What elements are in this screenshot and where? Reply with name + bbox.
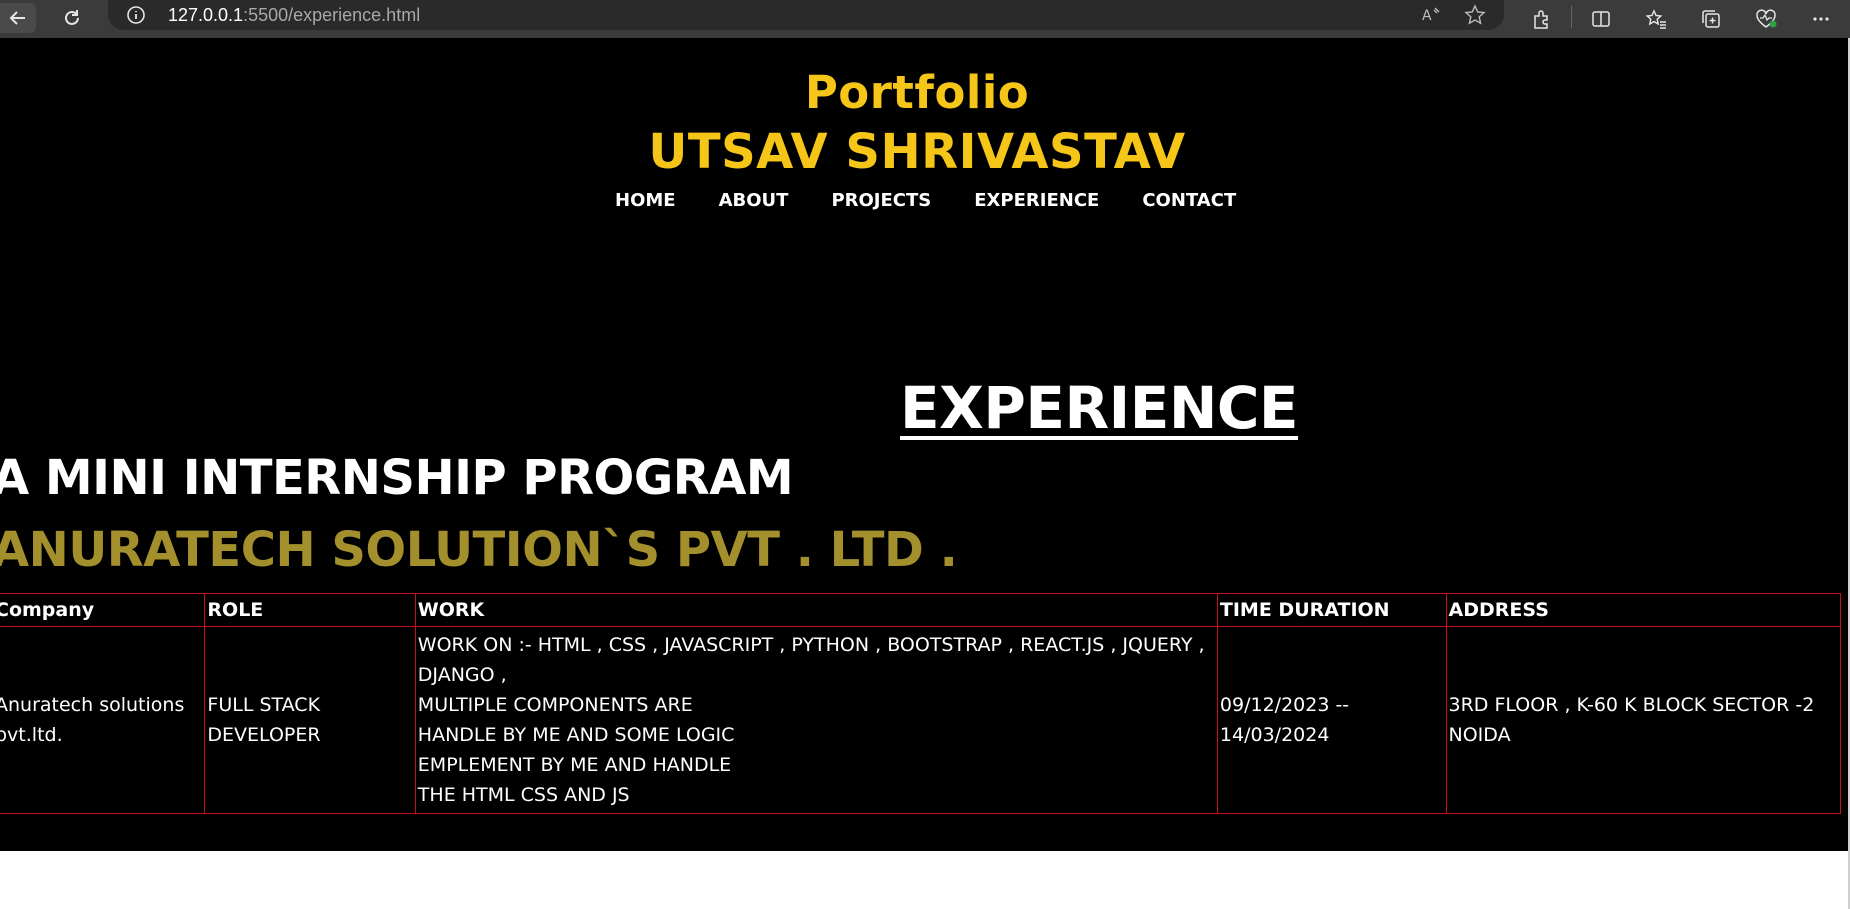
table-row: Anuratech solutions pvt.ltd. FULL STACK … bbox=[0, 626, 1841, 814]
role-line: FULL STACK bbox=[207, 694, 321, 716]
address-bar[interactable]: 127.0.0.1:5500/experience.html A bbox=[108, 0, 1504, 30]
work-line: EMPLEMENT BY ME AND HANDLE bbox=[417, 754, 732, 776]
info-icon[interactable] bbox=[126, 5, 146, 25]
program-title: A MINI INTERNSHIP PROGRAM bbox=[0, 450, 794, 506]
extensions-icon[interactable] bbox=[1527, 4, 1557, 34]
site-title: Portfolio bbox=[804, 66, 1030, 119]
back-arrow-icon[interactable] bbox=[0, 3, 36, 33]
more-icon[interactable] bbox=[1806, 4, 1836, 34]
collections-icon[interactable] bbox=[1696, 4, 1726, 34]
read-aloud-icon[interactable]: A bbox=[1420, 4, 1442, 30]
duration-line: 09/12/2023 -- bbox=[1219, 694, 1350, 716]
header-duration: TIME DURATION bbox=[1216, 593, 1447, 627]
toolbar-divider bbox=[1571, 6, 1572, 28]
work-line: DJANGO , bbox=[417, 664, 507, 686]
nav-experience[interactable]: EXPERIENCE bbox=[974, 190, 1099, 211]
cell-role: FULL STACK DEVELOPER bbox=[204, 626, 416, 814]
address-line: NOIDA bbox=[1448, 724, 1511, 746]
browser-toolbar: 127.0.0.1:5500/experience.html A bbox=[0, 0, 1850, 38]
header-work: WORK bbox=[414, 593, 1218, 627]
table-header-row: Company ROLE WORK TIME DURATION ADDRESS bbox=[0, 593, 1841, 627]
url-text[interactable]: 127.0.0.1:5500/experience.html bbox=[168, 5, 420, 26]
header-company: Company bbox=[0, 593, 206, 627]
work-line: THE HTML CSS AND JS bbox=[417, 784, 630, 806]
url-path: :5500/experience.html bbox=[243, 5, 421, 25]
nav-projects[interactable]: PROJECTS bbox=[831, 190, 931, 211]
url-host: 127.0.0.1 bbox=[168, 5, 244, 25]
split-screen-icon[interactable] bbox=[1586, 4, 1616, 34]
company-line: Anuratech solutions bbox=[0, 694, 185, 716]
company-title: ANURATECH SOLUTION`S PVT . LTD . bbox=[0, 522, 958, 578]
cell-duration: 09/12/2023 -- 14/03/2024 bbox=[1216, 626, 1447, 814]
favorite-star-icon[interactable] bbox=[1464, 4, 1486, 30]
reload-icon[interactable] bbox=[54, 3, 90, 33]
work-line: WORK ON :- HTML , CSS , JAVASCRIPT , PYT… bbox=[417, 634, 1205, 656]
nav-home[interactable]: HOME bbox=[615, 190, 676, 211]
favorites-icon[interactable] bbox=[1641, 4, 1671, 34]
address-line: 3RD FLOOR , K-60 K BLOCK SECTOR -2 bbox=[1448, 694, 1815, 716]
duration-line: 14/03/2024 bbox=[1219, 724, 1330, 746]
cell-work: WORK ON :- HTML , CSS , JAVASCRIPT , PYT… bbox=[414, 626, 1218, 814]
browser-essentials-icon[interactable] bbox=[1751, 4, 1781, 34]
role-line: DEVELOPER bbox=[207, 724, 321, 746]
svg-text:A: A bbox=[1422, 8, 1432, 24]
owner-name: UTSAV SHRIVASTAV bbox=[648, 124, 1186, 180]
nav-about[interactable]: ABOUT bbox=[719, 190, 789, 211]
main-nav: HOME ABOUT PROJECTS EXPERIENCE CONTACT bbox=[615, 190, 1279, 211]
company-line: pvt.ltd. bbox=[0, 724, 63, 746]
page-content: Portfolio UTSAV SHRIVASTAV HOME ABOUT PR… bbox=[0, 38, 1848, 851]
cell-address: 3RD FLOOR , K-60 K BLOCK SECTOR -2 NOIDA bbox=[1445, 626, 1841, 814]
experience-table: Company ROLE WORK TIME DURATION ADDRESS … bbox=[0, 593, 1841, 814]
work-line: MULTIPLE COMPONENTS ARE bbox=[417, 694, 693, 716]
work-line: HANDLE BY ME AND SOME LOGIC bbox=[417, 724, 735, 746]
header-role: ROLE bbox=[204, 593, 416, 627]
experience-heading: EXPERIENCE bbox=[900, 374, 1299, 442]
cell-company: Anuratech solutions pvt.ltd. bbox=[0, 626, 206, 814]
nav-contact[interactable]: CONTACT bbox=[1142, 190, 1236, 211]
header-address: ADDRESS bbox=[1445, 593, 1841, 627]
